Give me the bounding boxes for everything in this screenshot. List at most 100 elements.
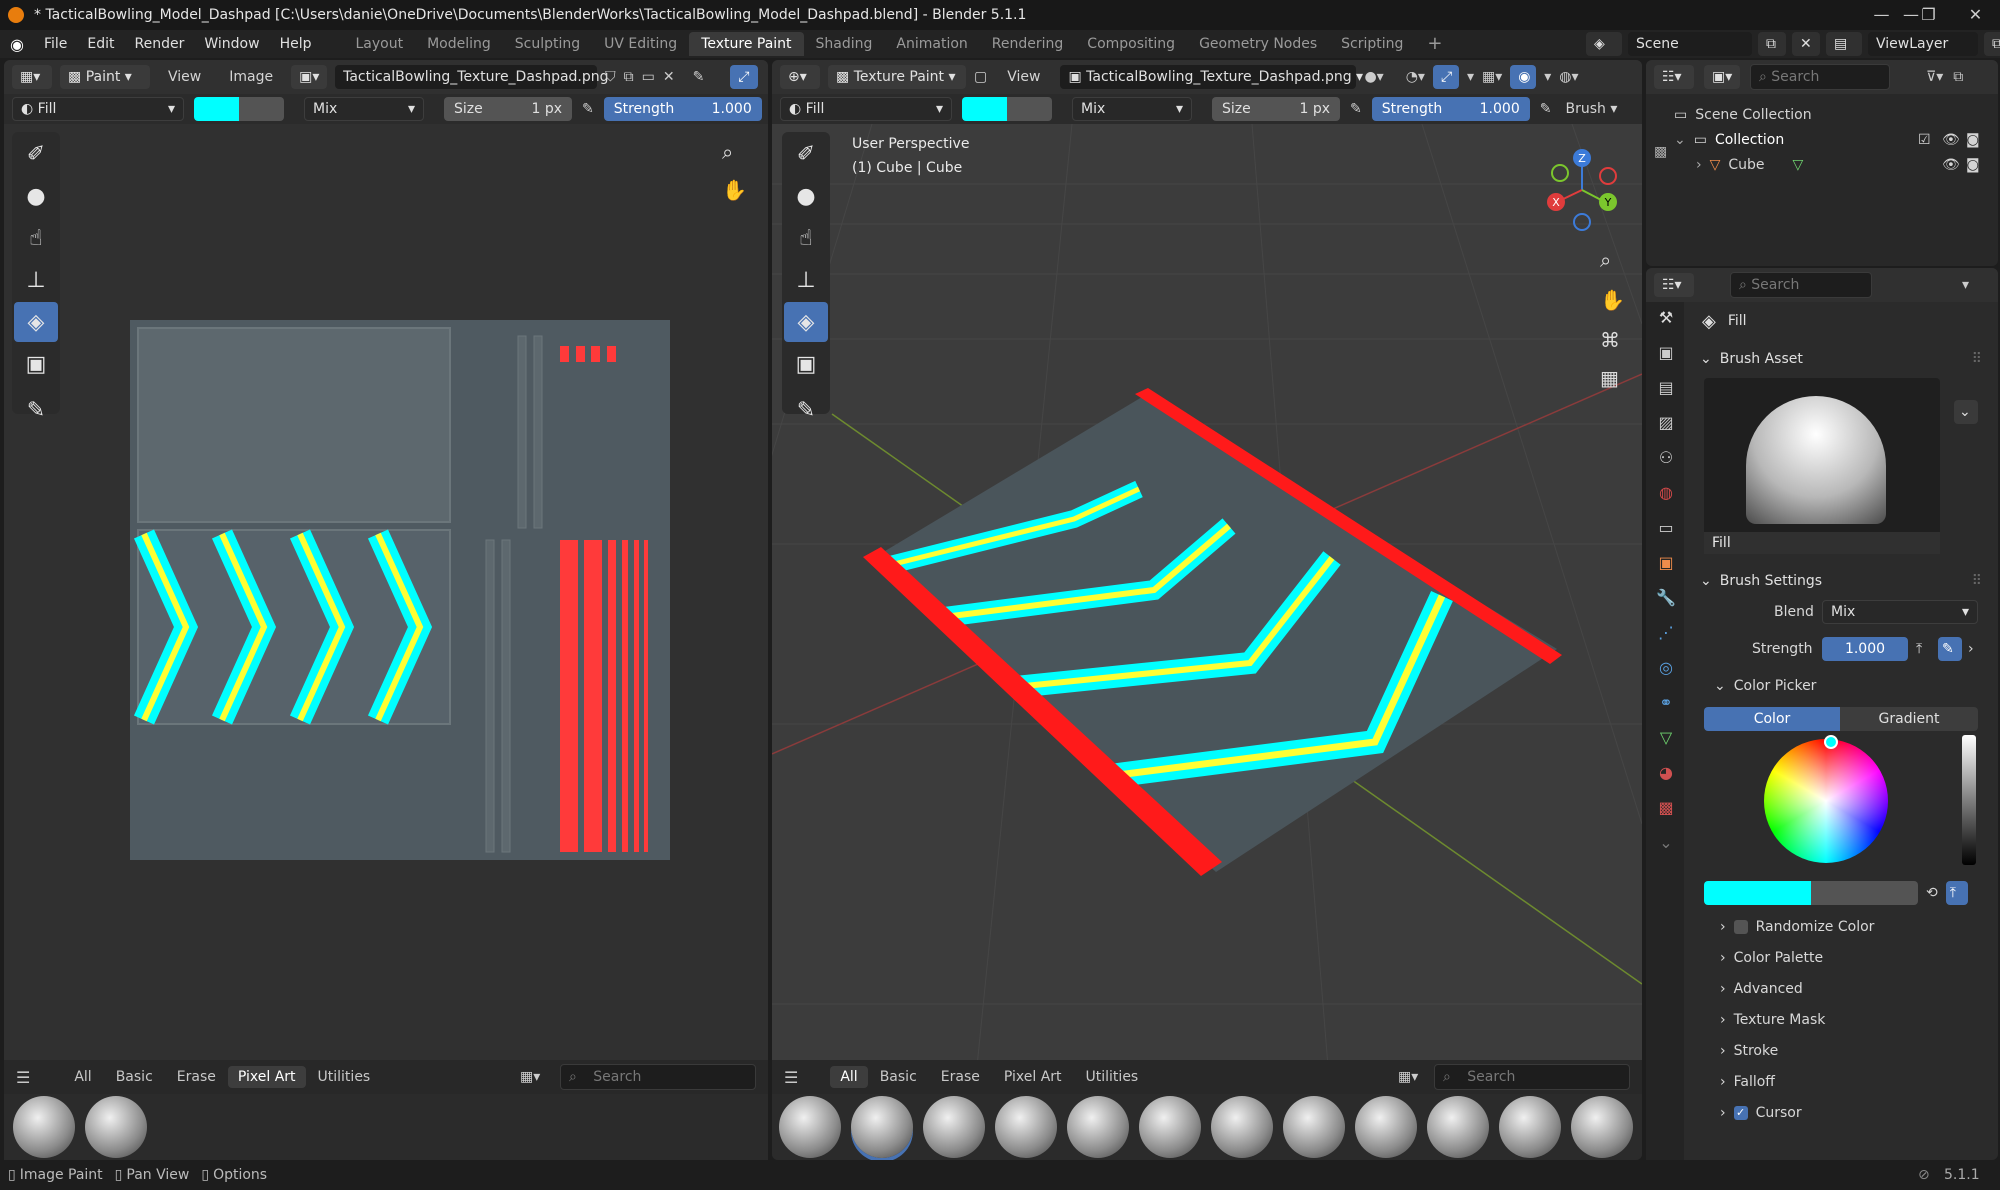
properties-search-input[interactable]: ⌕ Search xyxy=(1730,272,1872,298)
menu-image[interactable]: Image xyxy=(219,69,283,85)
brush-asset-thumb[interactable] xyxy=(1211,1096,1273,1158)
editor-type-icon[interactable]: ⊕▾ xyxy=(780,65,820,89)
annotate-tool-icon[interactable]: ✎ xyxy=(784,390,828,430)
tab-geometry-nodes[interactable]: Geometry Nodes xyxy=(1187,32,1329,56)
mask-tool-icon[interactable]: ▣ xyxy=(14,344,58,384)
swap-colors-icon[interactable]: ⟲ xyxy=(1926,885,1938,901)
collection-row[interactable]: ⌄ ▭ Collection ☑ 👁 ◙ xyxy=(1674,127,1998,152)
brush-asset-thumb[interactable] xyxy=(1355,1096,1417,1158)
zoom-icon[interactable]: ⌕ xyxy=(722,140,733,164)
shelf-search-input[interactable]: ⌕ Search xyxy=(560,1064,756,1090)
strength-field[interactable]: Strength 1.000 xyxy=(1371,97,1530,121)
brush-asset-thumb-selected[interactable] xyxy=(851,1096,913,1158)
blend-dropdown[interactable]: Mix ▾ xyxy=(1822,599,1978,624)
soften-tool-icon[interactable]: ● xyxy=(14,176,58,216)
perspective-toggle-icon[interactable]: ▦ xyxy=(1600,366,1619,390)
fake-user-icon[interactable]: ⛉ xyxy=(605,69,616,85)
material-tab-icon[interactable]: ◕ xyxy=(1648,755,1684,790)
texture-image[interactable] xyxy=(130,320,670,860)
paint-mode-dropdown[interactable]: ▩ Paint ▾ xyxy=(60,65,150,89)
fill-tool-icon[interactable]: ◈ xyxy=(14,302,58,342)
editor-type-icon[interactable]: ▦▾ xyxy=(12,65,52,89)
gradient-tab[interactable]: Gradient xyxy=(1840,707,1978,731)
brush-asset-thumb[interactable] xyxy=(1499,1096,1561,1158)
pressure-icon[interactable]: ✎ xyxy=(1938,636,1962,661)
paint-mask-icon[interactable]: ▢ xyxy=(974,69,987,85)
tab-scripting[interactable]: Scripting xyxy=(1329,32,1415,56)
shelf-search-input[interactable]: ⌕ Search xyxy=(1434,1064,1630,1090)
brush-asset-thumb[interactable] xyxy=(1283,1096,1345,1158)
overlay-toggle-icon[interactable]: ◉ xyxy=(1510,65,1537,89)
modifier-tab-icon[interactable]: 🔧 xyxy=(1648,580,1684,615)
menu-window[interactable]: Window xyxy=(194,36,269,52)
visibility-icon[interactable]: ◔▾ xyxy=(1406,69,1425,85)
brush-asset-preview[interactable]: Fill xyxy=(1704,378,1940,554)
brush-asset-menu-icon[interactable]: ⌄ xyxy=(1954,400,1978,424)
scene-collection-row[interactable]: ▭ Scene Collection xyxy=(1674,102,1998,127)
brush-asset-panel-header[interactable]: ⌄ Brush Asset ⠿ xyxy=(1700,344,1992,374)
value-slider[interactable] xyxy=(1962,735,1976,865)
tab-compositing[interactable]: Compositing xyxy=(1075,32,1187,56)
brush-asset-thumb[interactable] xyxy=(1067,1096,1129,1158)
brush-menu[interactable]: Brush ▾ xyxy=(1561,101,1621,117)
object-tab-icon[interactable]: ▣ xyxy=(1648,545,1684,580)
color-picker-header[interactable]: ⌄ Color Picker xyxy=(1700,670,1992,701)
tab-shading[interactable]: Shading xyxy=(804,32,885,56)
eye-icon[interactable]: 👁 xyxy=(1942,132,1960,148)
outliner-search-input[interactable]: ⌕ Search xyxy=(1750,64,1890,90)
viewport-canvas[interactable] xyxy=(772,124,1642,1116)
strength-field[interactable]: Strength 1.000 xyxy=(603,97,762,121)
image-browse-icon[interactable]: ▣▾ xyxy=(291,65,328,89)
world-tab-icon[interactable]: ◍ xyxy=(1648,475,1684,510)
shelf-tab-pixel-art[interactable]: Pixel Art xyxy=(227,1066,306,1088)
editor-type-icon[interactable]: ☷▾ xyxy=(1654,65,1694,89)
snap-icon[interactable]: ⤢ xyxy=(730,65,759,89)
expand-chevron-icon[interactable]: ⌄ xyxy=(1674,132,1686,148)
unified-strength-icon[interactable]: ⤒ xyxy=(1916,641,1922,657)
strength-pressure-icon[interactable]: ✎ xyxy=(1540,101,1552,117)
particles-tab-icon[interactable]: ⋰ xyxy=(1648,615,1684,650)
view-layer-icon[interactable]: ▤ xyxy=(1826,32,1862,56)
shelf-tab-utilities[interactable]: Utilities xyxy=(1074,1069,1151,1085)
size-field[interactable]: Size 1 px xyxy=(1212,97,1340,121)
tab-animation[interactable]: Animation xyxy=(884,32,979,56)
size-field[interactable]: Size 1 px xyxy=(444,97,572,121)
tab-rendering[interactable]: Rendering xyxy=(980,32,1076,56)
constraints-tab-icon[interactable]: ⚭ xyxy=(1648,685,1684,720)
smear-tool-icon[interactable]: ☝ xyxy=(784,218,828,258)
shelf-tab-all[interactable]: All xyxy=(62,1069,103,1085)
camera-render-icon[interactable]: ◙ xyxy=(1966,157,1980,173)
object-row-cube[interactable]: › ▽ Cube ▽ 👁 ◙ xyxy=(1696,152,1998,177)
size-pressure-icon[interactable]: ✎ xyxy=(582,101,594,117)
menu-view[interactable]: View xyxy=(995,69,1052,85)
scene-selector-icon[interactable]: ◈ xyxy=(1586,32,1622,56)
new-view-layer-icon[interactable]: ⧉ xyxy=(1984,32,2000,56)
shading-mode-icon[interactable]: ◍▾ xyxy=(1559,69,1578,85)
view-layer-tab-icon[interactable]: ▨ xyxy=(1648,405,1684,440)
properties-options-icon[interactable]: ▾ xyxy=(1962,277,1969,293)
menu-render[interactable]: Render xyxy=(125,36,195,52)
randomize-color-row[interactable]: › Randomize Color xyxy=(1700,911,1992,942)
maximize-button[interactable]: ❐ xyxy=(1905,0,1952,30)
overlay-dropdown-icon[interactable]: ▾ xyxy=(1544,69,1551,85)
brush-settings-panel-header[interactable]: ⌄ Brush Settings ⠿ xyxy=(1700,566,1992,596)
color-palette-row[interactable]: › Color Palette xyxy=(1700,942,1992,973)
brush-asset-thumb[interactable] xyxy=(85,1096,147,1158)
falloff-row[interactable]: › Falloff xyxy=(1700,1066,1992,1097)
data-tab-icon[interactable]: ▽ xyxy=(1648,720,1684,755)
render-tab-icon[interactable]: ▣ xyxy=(1648,335,1684,370)
new-image-icon[interactable]: ⧉ xyxy=(624,69,634,85)
tool-tab-icon[interactable]: ⚒ xyxy=(1648,300,1684,335)
brush-asset-thumb[interactable] xyxy=(923,1096,985,1158)
draw-tool-icon[interactable]: ✐ xyxy=(784,134,828,174)
view-layer-field[interactable]: ViewLayer xyxy=(1868,32,1978,56)
more-tabs-icon[interactable]: ⌄ xyxy=(1648,825,1684,860)
brush-asset-thumb[interactable] xyxy=(779,1096,841,1158)
editor-type-icon[interactable]: ☷▾ xyxy=(1654,273,1694,297)
unlink-image-icon[interactable]: ✕ xyxy=(663,69,675,85)
image-name-field[interactable]: TacticalBowling_Texture_Dashpad.png xyxy=(335,65,609,89)
grid-icon[interactable]: ▦▾ xyxy=(1482,69,1502,85)
shelf-display-icon[interactable]: ▦▾ xyxy=(1386,1069,1430,1085)
shelf-tab-utilities[interactable]: Utilities xyxy=(306,1069,383,1085)
blender-menu-icon[interactable]: ◉ xyxy=(0,35,34,54)
